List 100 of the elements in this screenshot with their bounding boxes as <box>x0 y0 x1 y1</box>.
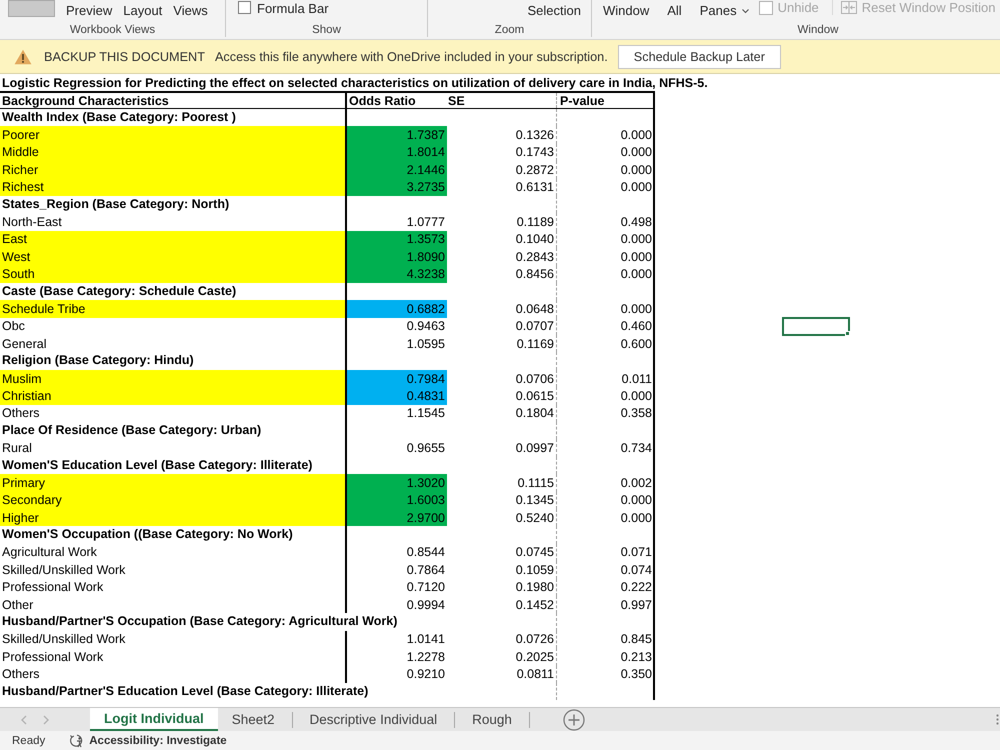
row-label: Others <box>2 406 40 420</box>
group-label: Show <box>312 24 341 36</box>
p-value: 0.000 <box>620 162 652 177</box>
odds-ratio-value: 4.3238 <box>347 266 447 283</box>
se-value: 0.1452 <box>516 598 554 612</box>
row-label: Muslim <box>0 370 347 388</box>
ribbon-button[interactable]: Selection <box>528 3 581 18</box>
odds-ratio-value: 3.2735 <box>347 178 447 196</box>
odds-ratio-value: 1.0141 <box>406 632 445 646</box>
group-label: Window <box>798 24 838 36</box>
ribbon-button[interactable]: Preview <box>66 3 112 18</box>
p-value: 0.000 <box>620 145 652 160</box>
row-label: Richer <box>0 161 347 179</box>
row-label: Skilled/Unskilled Work <box>2 632 126 646</box>
tile-icon[interactable] <box>8 0 55 17</box>
p-value: 0.000 <box>620 510 652 525</box>
checkbox-label[interactable]: Formula Bar <box>257 1 329 16</box>
ribbon-button[interactable]: Views <box>173 3 208 18</box>
odds-ratio-value: 1.3020 <box>347 474 447 492</box>
se-value: 0.1115 <box>518 476 554 490</box>
odds-ratio-value: 1.0595 <box>406 336 445 351</box>
row-label: Christian <box>0 387 347 405</box>
se-value: 0.2843 <box>516 250 554 264</box>
row-label: West <box>0 248 347 266</box>
odds-ratio-value: 0.4831 <box>347 387 447 405</box>
sheet-tab[interactable]: Descriptive Individual <box>296 708 452 731</box>
arrows-box-icon <box>840 1 857 14</box>
row-label: Agricultural Work <box>2 545 97 560</box>
odds-ratio-value: 1.0777 <box>406 215 445 230</box>
se-value: 0.1326 <box>516 128 554 142</box>
se-value: 0.1743 <box>516 145 554 160</box>
se-value: 0.1804 <box>516 406 554 420</box>
se-value: 0.1059 <box>516 562 554 577</box>
odds-ratio-value: 0.9210 <box>406 667 445 682</box>
active-cell-outline[interactable] <box>782 317 850 336</box>
p-value: 0.222 <box>620 580 652 594</box>
odds-ratio-value: 0.7864 <box>406 562 445 577</box>
p-value: 0.845 <box>620 632 652 646</box>
odds-ratio-value: 1.1545 <box>406 406 445 420</box>
column-header: SE <box>448 94 465 108</box>
p-value: 0.011 <box>622 372 652 386</box>
odds-ratio-value: 0.8544 <box>406 545 445 560</box>
se-value: 0.0745 <box>516 545 554 560</box>
row-label: Other <box>2 598 34 612</box>
add-sheet-icon[interactable] <box>562 708 585 730</box>
p-value: 0.997 <box>620 598 652 612</box>
p-value: 0.600 <box>620 336 652 351</box>
se-value: 0.6131 <box>516 180 554 194</box>
checkbox[interactable] <box>238 1 251 14</box>
p-value: 0.000 <box>620 180 652 194</box>
group-label: Workbook Views <box>70 24 156 36</box>
ribbon-button[interactable]: Window <box>603 3 650 18</box>
p-value: 0.000 <box>620 128 652 142</box>
odds-ratio-value: 1.3573 <box>347 230 447 248</box>
ribbon-button[interactable]: All <box>667 3 682 18</box>
accessibility-status[interactable]: Accessibility: Investigate <box>89 734 227 746</box>
category-heading: Place Of Residence (Base Category: Urban) <box>2 422 262 440</box>
caret-icon <box>742 8 749 12</box>
schedule-backup-button[interactable]: Schedule Backup Later <box>618 44 781 68</box>
sheet-tab[interactable]: Logit Individual <box>90 708 218 731</box>
column-header: P-value <box>560 94 604 108</box>
p-value: 0.000 <box>620 388 652 403</box>
se-value: 0.1189 <box>516 215 554 230</box>
row-label: Poorer <box>0 126 347 144</box>
row-label: Skilled/Unskilled Work <box>2 562 126 577</box>
se-value: 0.0811 <box>516 667 554 682</box>
odds-ratio-value: 0.9655 <box>406 441 445 456</box>
banner-title: BACKUP THIS DOCUMENT <box>44 50 205 64</box>
row-label: Secondary <box>0 492 347 509</box>
row-label: Obc <box>2 319 25 334</box>
se-value: 0.2872 <box>516 162 554 177</box>
category-heading: Religion (Base Category: Hindu) <box>2 352 194 370</box>
se-value: 0.1040 <box>516 232 554 246</box>
sheet-tab[interactable]: Sheet2 <box>218 708 289 731</box>
row-label: North-East <box>2 215 62 230</box>
se-value: 0.0615 <box>516 388 554 403</box>
odds-ratio-value: 1.8090 <box>347 248 447 266</box>
group-label: Zoom <box>494 24 524 36</box>
sheet-tab[interactable]: Rough <box>458 708 526 731</box>
row-label: Professional Work <box>2 580 104 594</box>
odds-ratio-value: 1.7387 <box>347 126 447 144</box>
se-value: 0.0706 <box>516 372 554 386</box>
category-heading: Wealth Index (Base Category: Poorest ) <box>2 109 236 126</box>
dropdown-button[interactable]: Panes <box>700 3 749 18</box>
p-value: 0.000 <box>620 250 652 264</box>
row-label: South <box>0 266 347 283</box>
row-label: Primary <box>0 474 347 492</box>
se-value: 0.2025 <box>516 650 554 664</box>
split-handle-icon[interactable] <box>996 714 999 725</box>
row-label: Others <box>2 667 40 682</box>
se-value: 0.0707 <box>516 319 554 334</box>
se-value: 0.1980 <box>516 580 554 594</box>
p-value: 0.000 <box>620 302 652 316</box>
status-text: Ready <box>12 734 46 746</box>
p-value: 0.213 <box>620 650 652 664</box>
row-label: East <box>0 230 347 248</box>
ribbon-button[interactable]: Layout <box>123 3 162 18</box>
odds-ratio-value: 1.2278 <box>406 650 445 664</box>
row-label: Middle <box>0 144 347 162</box>
banner-message: Access this file anywhere with OneDrive included in your subscription. <box>214 50 608 64</box>
